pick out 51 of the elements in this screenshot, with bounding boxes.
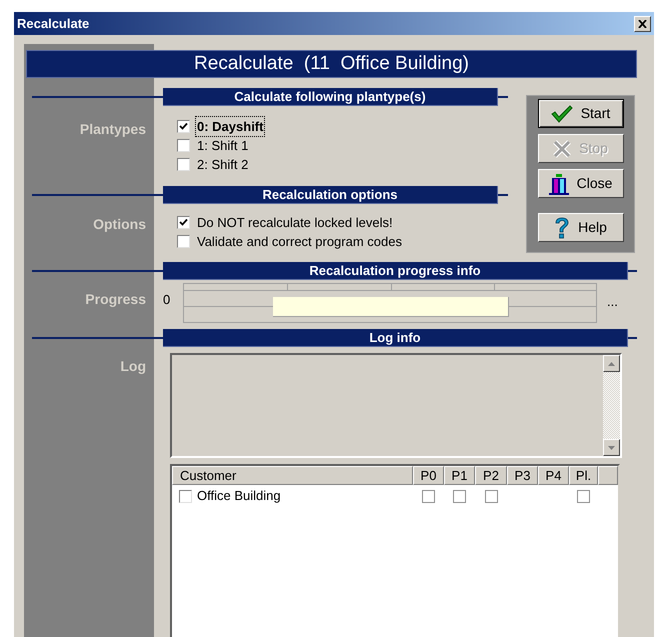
column-header[interactable]: P2 <box>475 466 507 485</box>
section-label: Progress <box>85 291 146 307</box>
section-header: Recalculation options <box>163 186 498 204</box>
scroll-up-button[interactable] <box>603 355 620 372</box>
section-header: Calculate following plantype(s) <box>163 88 498 106</box>
dialog-button[interactable]: Help <box>538 213 624 242</box>
section-label: Log <box>120 358 146 374</box>
dialog-button[interactable]: Start <box>538 99 624 128</box>
checkbox-label[interactable]: 1: Shift 1 <box>195 134 250 156</box>
dialog-heading: Recalculate (11 Office Building) <box>26 50 637 78</box>
cell-checkbox[interactable] <box>422 490 435 502</box>
checkbox[interactable] <box>177 139 190 152</box>
column-header[interactable]: Customer <box>172 466 413 485</box>
up-arrow-icon <box>608 362 615 366</box>
door-icon <box>548 172 569 194</box>
column-header[interactable]: P3 <box>507 466 538 485</box>
section-label: Plantypes <box>80 121 146 137</box>
log-textarea[interactable] <box>170 353 622 458</box>
table-cell-text: Office Building <box>197 487 281 506</box>
checkbox-label[interactable]: 0: Dayshift <box>195 116 266 138</box>
close-icon <box>638 20 647 28</box>
progress-start: 0 <box>163 291 172 309</box>
checkbox[interactable] <box>177 120 190 133</box>
checkbox-label[interactable]: Validate and correct program codes <box>195 230 404 252</box>
column-header[interactable]: P0 <box>413 466 444 485</box>
scroll-down-button[interactable] <box>603 439 620 456</box>
checkbox[interactable] <box>177 235 190 248</box>
progress-end: ... <box>607 293 618 311</box>
scrollbar[interactable] <box>603 355 620 456</box>
window-title: Recalculate <box>17 14 90 33</box>
checkbox-label[interactable]: Do NOT recalculate locked levels! <box>195 212 395 234</box>
checkmark-icon <box>550 104 573 122</box>
checkbox-label[interactable]: 2: Shift 2 <box>195 154 250 176</box>
column-header[interactable]: P4 <box>538 466 569 485</box>
cell-checkbox[interactable] <box>577 490 590 502</box>
section-header: Log info <box>163 329 628 347</box>
checkbox[interactable] <box>177 158 190 171</box>
checkbox[interactable] <box>177 216 190 229</box>
down-arrow-icon <box>608 446 615 450</box>
dialog-button[interactable]: Close <box>538 169 624 198</box>
row-checkbox[interactable] <box>179 490 192 502</box>
help-icon <box>554 216 570 238</box>
cell-checkbox[interactable] <box>484 490 498 502</box>
cell-checkbox[interactable] <box>453 490 466 502</box>
close-button[interactable] <box>634 16 651 32</box>
column-header[interactable]: P1 <box>444 466 475 485</box>
column-header[interactable] <box>598 466 618 485</box>
section-label: Options <box>93 216 146 232</box>
column-header[interactable]: Pl. <box>569 466 598 485</box>
section-header: Recalculation progress info <box>163 262 628 280</box>
cross-icon <box>553 140 572 158</box>
